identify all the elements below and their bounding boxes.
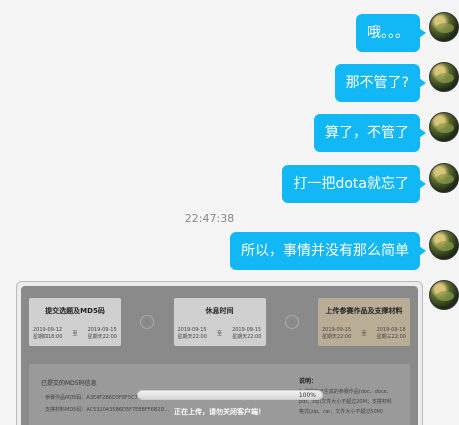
message-row: 哦。。。 — [0, 12, 459, 52]
step-end-note: 星期天22:00 — [87, 334, 117, 340]
step-separator: 至 — [216, 331, 222, 337]
step-start-note: 星期天22:00 — [322, 334, 352, 340]
chevron-right-icon: › — [284, 315, 299, 329]
avatar[interactable] — [429, 230, 459, 260]
avatar[interactable] — [429, 163, 459, 193]
embedded-screenshot: 提交选题及MD5码 2019-09-12 星期四18:00 至 2019-09-1… — [21, 286, 418, 425]
timeline-step: 提交选题及MD5码 2019-09-12 星期四18:00 至 2019-09-1… — [29, 298, 121, 346]
step-dates: 2019-09-15 星期天22:00 至 2019-09-15 星期天22:00 — [178, 327, 262, 340]
message-row: 算了，不管了 — [0, 112, 459, 152]
step-title: 休息时间 — [205, 307, 234, 315]
avatar[interactable] — [429, 280, 459, 310]
step-start-note: 星期天22:00 — [177, 334, 207, 340]
notes-title: 说明： — [299, 378, 318, 385]
upload-progress-bar: 100% — [137, 390, 323, 400]
message-row: 所以，事情并没有那么简单 — [0, 230, 459, 270]
step-end-note: 星期三22:00 — [376, 334, 406, 340]
info-title: 已提交的MD5码信息 — [41, 380, 97, 387]
chevron-right-icon: › — [140, 315, 155, 329]
step-timeline: 提交选题及MD5码 2019-09-12 星期四18:00 至 2019-09-1… — [29, 298, 410, 346]
step-title: 提交选题及MD5码 — [45, 307, 105, 315]
step-separator: 至 — [361, 331, 367, 337]
message-timestamp: 22:47:38 — [184, 212, 235, 225]
image-message[interactable]: 提交选题及MD5码 2019-09-12 星期四18:00 至 2019-09-1… — [16, 281, 423, 425]
upload-status-text: 正在上传，请勿关闭客户端！ — [174, 408, 265, 416]
avatar[interactable] — [429, 62, 459, 92]
progress-fill — [138, 391, 322, 399]
timeline-step: 休息时间 2019-09-15 星期天22:00 至 2019-09-15 星期天2… — [173, 298, 266, 346]
step-separator: 至 — [72, 331, 78, 337]
step-title: 上传参赛作品及支撑材料 — [325, 307, 403, 315]
message-bubble[interactable]: 打一把dota就忘了 — [282, 165, 426, 203]
message-row: 打一把dota就忘了 — [0, 163, 459, 203]
avatar[interactable] — [429, 12, 459, 42]
step-dates: 2019-09-12 星期四18:00 至 2019-09-15 星期天22:00 — [33, 327, 117, 340]
step-dates: 2019-09-15 星期天22:00 至 2019-09-18 星期三22:00 — [322, 327, 406, 340]
step-end-note: 星期天22:00 — [232, 334, 262, 340]
message-row: 那不管了? — [0, 62, 459, 102]
message-bubble[interactable]: 哦。。。 — [356, 14, 426, 52]
step-start-note: 星期四18:00 — [33, 334, 63, 340]
message-bubble[interactable]: 算了，不管了 — [314, 114, 426, 152]
timeline-step-active: 上传参赛作品及支撑材料 2019-09-15 星期天22:00 至 2019-09… — [318, 298, 410, 346]
progress-label: 100% — [298, 392, 316, 399]
message-bubble[interactable]: 所以，事情并没有那么简单 — [230, 232, 426, 270]
message-bubble[interactable]: 那不管了? — [334, 64, 427, 102]
avatar[interactable] — [429, 112, 459, 142]
